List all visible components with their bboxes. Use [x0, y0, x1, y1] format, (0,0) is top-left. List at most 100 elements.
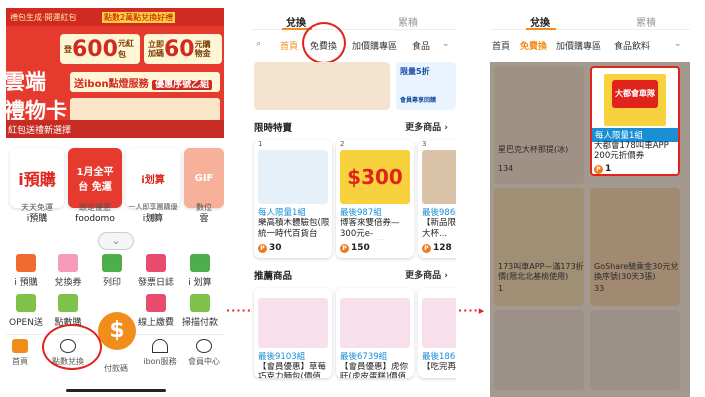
product-title: 【會員優惠】虎你旺(虎皮蛋糕)價值4... — [340, 362, 409, 378]
subtab-home[interactable]: 首頁 — [280, 39, 298, 52]
chevron-down-icon[interactable]: ⌄ — [674, 39, 682, 49]
product-points: P 128 — [422, 243, 452, 253]
points-value: 1 — [605, 164, 612, 174]
subtab-addon[interactable]: 加價購專區 — [556, 39, 601, 52]
icon-ipreorder[interactable]: i 預購 — [6, 254, 46, 288]
points-coin-icon: P — [258, 243, 267, 253]
nav-member[interactable]: 會員中心 — [182, 339, 224, 367]
home-indicator — [66, 389, 166, 392]
icon-invoice[interactable]: 發票日誌 — [136, 254, 176, 288]
category-card-gift[interactable]: GIF — [184, 148, 224, 208]
icon-voucher[interactable]: 兌換券 — [48, 254, 88, 288]
pay-button[interactable]: $ — [98, 312, 136, 350]
category-sub-2: 跟定優惠 — [79, 203, 111, 212]
category-sub-4: 數位 — [196, 203, 212, 212]
card-title: 173叫車APP—滿173折價(限北北基桃使用) — [498, 262, 584, 281]
nav-ibon[interactable]: ibon服務 — [138, 339, 182, 367]
banner-top-mid: 點數2萬點兌換好禮 — [102, 12, 176, 23]
category-row: i預購 1月全平台 免運 i划算 GIF 天天免運 跟定優惠 一人即享團購優惠 … — [6, 148, 224, 224]
product-image — [340, 298, 410, 348]
points-coin-icon: P — [594, 164, 603, 174]
card-index: 3 — [422, 140, 427, 148]
ibon-promo: 送ibon點燈服務 優惠序號乙組 — [70, 72, 220, 92]
product-card[interactable]: 最後6739組 【會員優惠】虎你旺(虎皮蛋糕)價值4... — [336, 288, 414, 378]
icon-label: i 預購 — [14, 278, 38, 288]
product-card[interactable]: 最後9103組 【會員優惠】草莓巧克力麵包(價值30元) — [254, 288, 332, 378]
icon-print[interactable]: 列印 — [92, 254, 132, 288]
scan-icon — [190, 294, 210, 312]
promo-image-1[interactable] — [254, 62, 390, 110]
tab-exchange[interactable]: 兌換 — [530, 14, 550, 29]
nav-label: ibon服務 — [143, 357, 177, 366]
subtab-food[interactable]: 食品 — [412, 39, 430, 52]
category-name-3: i划算 — [142, 214, 164, 224]
printer-icon — [102, 254, 122, 272]
icon-label: OPEN送 — [9, 318, 43, 328]
subtab-food[interactable]: 食品飲料 — [614, 39, 650, 52]
category-card-foodomo[interactable]: 1月全平台 免運 — [68, 148, 122, 208]
icon-points-buy[interactable]: 點數購 — [48, 294, 88, 328]
coupon1-prefix: 登 — [64, 44, 72, 54]
chevron-down-icon[interactable]: ⌄ — [98, 232, 134, 250]
product-card[interactable]: 最後1861組 【吃完再說】... — [418, 288, 456, 378]
subtab-addon[interactable]: 加價購專區 — [352, 39, 397, 52]
more-link[interactable]: 更多商品 › — [405, 120, 448, 133]
screen-free-exchange: 兌換 累積 首頁 免費換 加價購專區 食品飲料 ⌄ 星巴克大杯那提(冰) 134… — [490, 0, 690, 397]
icon-label: 發票日誌 — [137, 278, 174, 288]
product-title: 【吃完再說】... — [422, 362, 456, 372]
points-value: 30 — [269, 243, 282, 253]
bill-icon — [146, 294, 166, 312]
product-points: P 150 — [340, 243, 370, 253]
more-link[interactable]: 更多商品 › — [405, 268, 448, 281]
product-image — [258, 150, 328, 204]
icon-scan[interactable]: 掃描付款 — [180, 294, 220, 328]
highlighted-product-card[interactable]: 大都會車隊 每人限量1組 大都會178叫車APP 200元折價券 P1 — [590, 66, 680, 176]
icon-bill[interactable]: 線上繳費 — [136, 294, 176, 328]
ibon-badge: 優惠序號乙組 — [152, 80, 213, 90]
category-name-1: i預購 — [26, 214, 48, 224]
product-title: 樂高積木體驗包(限統一時代百貨台北... — [258, 218, 330, 239]
icon-ideal[interactable]: i 划算 — [180, 254, 220, 288]
tab-exchange[interactable]: 兌換 — [286, 14, 306, 29]
highlight-circle — [42, 324, 102, 370]
product-card[interactable]: 2 $300 最後987組 博客來雙倍券—300元e-Coupon(滿... P… — [336, 140, 414, 258]
product-title: 大都會178叫車APP 200元折價券 — [594, 141, 669, 161]
promo-banner[interactable]: 禮包生成·開運紅包 點數2萬點兌換好禮 登 600 元紅包 立即加碼 60 元購… — [6, 8, 224, 138]
home-icon — [12, 339, 28, 353]
subtab-home[interactable]: 首頁 — [492, 39, 510, 52]
subtab-free[interactable]: 免費換 — [520, 39, 547, 52]
product-card[interactable]: 1 每人限量1組 樂高積木體驗包(限統一時代百貨台北... P30 — [254, 140, 332, 258]
card-points: 134 — [498, 164, 514, 173]
promo-text-2: 會員專享回饋 — [400, 97, 437, 104]
product-title: 【會員優惠】草莓巧克力麵包(價值30元) — [258, 362, 327, 378]
icon-label: i 划算 — [188, 278, 212, 288]
nav-pay-code[interactable]: 付款碼 — [94, 363, 138, 374]
category-name-4: 雲 — [199, 214, 209, 224]
category-card-ideal[interactable]: i划算 — [126, 148, 180, 208]
nav-home[interactable]: 首頁 — [6, 339, 42, 367]
chevron-down-icon[interactable]: ⌄ — [442, 39, 450, 49]
nav-label: 會員中心 — [188, 357, 220, 366]
product-title: 【新品限時】巴克大杯... — [422, 218, 456, 239]
sub-tabs: 首頁 免費換 加價購專區 食品飲料 ⌄ — [490, 34, 690, 58]
product-card[interactable]: 3 最後986組 【新品限時】巴克大杯... P128 — [418, 140, 456, 258]
product-tag: 最後987組 — [340, 208, 382, 218]
product-points: P1 — [594, 164, 611, 174]
coupon-60: 立即加碼 60 元購物金 — [144, 34, 222, 64]
section-flash-sale: 限時特賣 更多商品 › — [252, 120, 456, 134]
nav-label: 付款碼 — [104, 364, 128, 373]
promo-text-1: 限量5折 — [400, 67, 430, 76]
product-tag: 最後9103組 — [258, 352, 306, 362]
icon-label: 掃描付款 — [181, 318, 218, 328]
icon-open[interactable]: OPEN送 — [6, 294, 46, 328]
banner-bottom: 紅包送禮新選擇 — [6, 120, 224, 138]
product-tag: 每人限量1組 — [258, 208, 306, 218]
search-icon[interactable]: ⌕ — [256, 39, 261, 49]
screen-exchange: 兌換 累積 ⌕ 首頁 免費換 加價購專區 食品 ⌄ 限量5折 會員專享回饋 限時… — [252, 0, 456, 397]
coupon1-value: 600 — [72, 36, 118, 62]
tab-accumulate[interactable]: 累積 — [636, 14, 656, 29]
tab-accumulate[interactable]: 累積 — [398, 14, 418, 29]
product-tag: 每人限量1組 — [592, 128, 678, 142]
category-card-ipreorder[interactable]: i預購 — [10, 148, 64, 208]
promo-image-2[interactable]: 限量5折 會員專享回饋 — [396, 62, 456, 110]
